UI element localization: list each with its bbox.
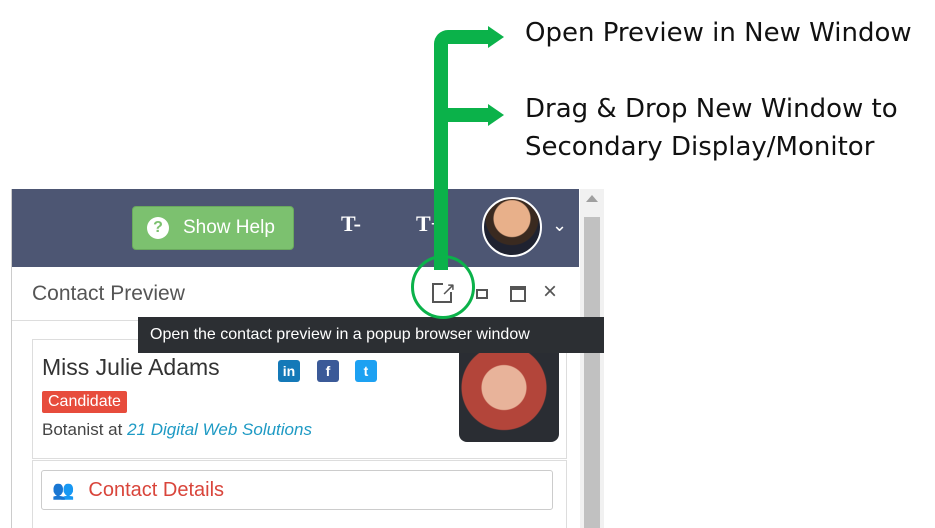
company-link[interactable]: 21 Digital Web Solutions <box>127 420 312 439</box>
callout-drag-drop: Drag & Drop New Window to Secondary Disp… <box>525 90 898 166</box>
chevron-down-icon[interactable]: ⌄ <box>552 215 567 236</box>
callout-drag-drop-line-2: Secondary Display/Monitor <box>525 132 875 162</box>
maximize-icon[interactable] <box>510 286 526 302</box>
twitter-icon[interactable]: t <box>355 360 377 382</box>
app-window: ? Show Help T- T+ ⌄ Contact Preview ↗ × … <box>11 189 604 528</box>
show-help-label: Show Help <box>183 217 275 238</box>
top-bar: ? Show Help T- T+ ⌄ <box>12 189 579 267</box>
job-line: Botanist at 21 Digital Web Solutions <box>42 420 312 440</box>
show-help-button[interactable]: ? Show Help <box>132 206 294 250</box>
people-icon: 👥 <box>52 479 75 500</box>
contact-photo <box>459 343 559 442</box>
pin-icon[interactable] <box>476 289 488 299</box>
panel-title: Contact Preview <box>32 282 185 305</box>
annotation-mid-arrowhead <box>488 104 504 126</box>
facebook-icon[interactable]: f <box>317 360 339 382</box>
candidate-badge: Candidate <box>42 391 127 413</box>
callout-drag-drop-line-1: Drag & Drop New Window to <box>525 94 898 124</box>
annotation-top-branch <box>460 30 488 44</box>
callout-open-preview: Open Preview in New Window <box>525 18 912 48</box>
contact-details-label: Contact Details <box>88 478 225 501</box>
scroll-thumb[interactable] <box>584 217 600 528</box>
close-icon[interactable]: × <box>543 278 557 306</box>
question-icon: ? <box>147 217 169 239</box>
contact-card: Miss Julie Adams in f t Candidate Botani… <box>32 339 567 459</box>
contact-name: Miss Julie Adams <box>42 354 220 380</box>
vertical-scrollbar[interactable] <box>580 189 604 528</box>
contact-details-button[interactable]: 👥 Contact Details <box>41 470 553 510</box>
user-avatar[interactable] <box>482 197 542 257</box>
popout-highlight-circle <box>411 255 475 319</box>
annotation-top-arrowhead <box>488 26 504 48</box>
linkedin-icon[interactable]: in <box>278 360 300 382</box>
job-title: Botanist at <box>42 420 128 439</box>
popout-tooltip: Open the contact preview in a popup brow… <box>138 317 604 353</box>
font-decrease-button[interactable]: T- <box>341 211 361 237</box>
scroll-up-arrow-icon[interactable] <box>586 195 598 202</box>
annotation-vertical-bar <box>434 44 448 270</box>
annotation-mid-branch <box>460 108 488 122</box>
